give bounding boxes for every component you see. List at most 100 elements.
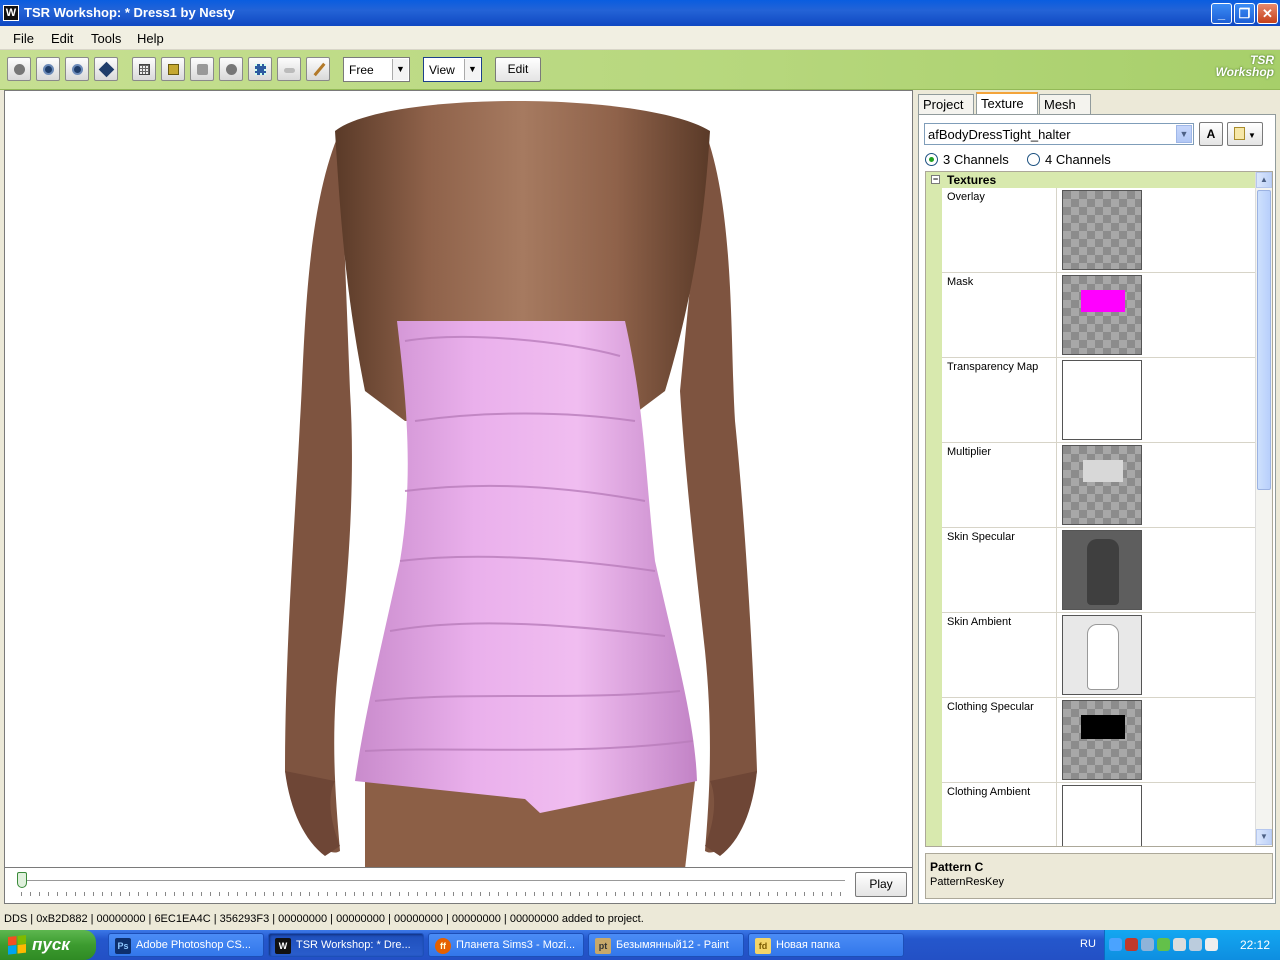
texture-row-mask[interactable]: Mask	[942, 273, 1256, 358]
menu-edit[interactable]: Edit	[51, 31, 73, 46]
taskbar-item-firefox[interactable]: ff Планета Sims3 - Mozi...	[428, 933, 584, 957]
scroll-up-icon[interactable]: ▲	[1256, 172, 1272, 188]
minimize-button[interactable]: _	[1211, 3, 1232, 24]
bones-toggle-button[interactable]	[306, 57, 330, 81]
skin-specular-preview[interactable]	[1062, 530, 1142, 610]
taskbar-item-paint[interactable]: pt Безымянный12 - Paint	[588, 933, 744, 957]
multiplier-preview[interactable]	[1062, 445, 1142, 525]
tray-display-icon[interactable]	[1173, 938, 1186, 951]
document-icon	[1234, 127, 1246, 140]
floor-toggle-button[interactable]	[190, 57, 214, 81]
textured-sphere-icon	[72, 64, 83, 75]
texture-row-clothing-specular[interactable]: Clothing Specular	[942, 698, 1256, 783]
properties-panel: Project Texture Mesh afBodyDressTight_ha…	[916, 90, 1280, 904]
normals-toggle-button[interactable]	[219, 57, 243, 81]
row-label: Skin Ambient	[947, 616, 1012, 628]
texture-row-skin-ambient[interactable]: Skin Ambient	[942, 613, 1256, 698]
task-label: Новая папка	[776, 939, 841, 951]
overlay-preview[interactable]	[1062, 190, 1142, 270]
radio-label: 4 Channels	[1045, 152, 1111, 167]
taskbar: пуск Ps Adobe Photoshop CS... W TSR Work…	[0, 930, 1280, 960]
radio-indicator	[1027, 153, 1040, 166]
tray-arrow-icon[interactable]	[1109, 938, 1122, 951]
texture-row-clothing-ambient[interactable]: Clothing Ambient	[942, 783, 1256, 846]
tab-mesh[interactable]: Mesh	[1039, 94, 1091, 115]
clock: 22:12	[1239, 938, 1270, 952]
skin-ambient-preview[interactable]	[1062, 615, 1142, 695]
scrollbar-thumb[interactable]	[1257, 190, 1271, 490]
photoshop-icon: Ps	[115, 938, 131, 954]
title-bar: W TSR Workshop: * Dress1 by Nesty _ ❐ ✕	[0, 0, 1280, 26]
import-texture-button[interactable]: ▼	[1227, 122, 1263, 146]
texture-select[interactable]: afBodyDressTight_halter ▼	[924, 123, 1194, 145]
row-separator	[1056, 358, 1057, 443]
tsr-workshop-logo: TSR Workshop	[1216, 54, 1274, 78]
textured-shading-button[interactable]	[65, 57, 89, 81]
timeline-slider-handle[interactable]	[17, 872, 27, 888]
category-textures[interactable]: − Textures	[926, 172, 1256, 188]
a-button[interactable]: A	[1199, 122, 1223, 146]
tray-security-icon[interactable]	[1157, 938, 1170, 951]
clothing-shape	[1081, 715, 1125, 739]
taskbar-item-photoshop[interactable]: Ps Adobe Photoshop CS...	[108, 933, 264, 957]
language-indicator[interactable]: RU	[1080, 938, 1096, 950]
wireframe-diamond-button[interactable]	[94, 57, 118, 81]
row-label: Mask	[947, 276, 974, 288]
property-grid-scrollbar[interactable]: ▲ ▼	[1255, 172, 1272, 846]
tab-texture[interactable]: Texture	[976, 92, 1038, 116]
window-title: TSR Workshop: * Dress1 by Nesty	[24, 5, 235, 20]
menu-tools[interactable]: Tools	[91, 31, 121, 46]
edit-button[interactable]: Edit	[495, 57, 541, 82]
body-silhouette	[1087, 539, 1119, 605]
tray-info-icon[interactable]	[1205, 938, 1218, 951]
sphere-shading-button[interactable]	[7, 57, 31, 81]
grid-toggle-button[interactable]	[132, 57, 156, 81]
scroll-down-icon[interactable]: ▼	[1256, 829, 1272, 845]
category-gutter	[926, 188, 942, 846]
texture-select-value: afBodyDressTight_halter	[928, 127, 1071, 142]
tray-flash-icon[interactable]	[1125, 938, 1138, 951]
row-label: Transparency Map	[947, 361, 1039, 373]
description-title: Pattern C	[930, 860, 984, 874]
3d-viewport[interactable]	[4, 90, 913, 868]
play-button[interactable]: Play	[855, 872, 907, 897]
shadow-toggle-button[interactable]	[277, 57, 301, 81]
tray-volume-icon[interactable]	[1189, 938, 1202, 951]
smooth-sphere-icon	[43, 64, 54, 75]
view-select[interactable]: View ▼	[423, 57, 482, 82]
start-button[interactable]: пуск	[0, 930, 96, 960]
maximize-button[interactable]: ❐	[1234, 3, 1255, 24]
close-button[interactable]: ✕	[1257, 3, 1278, 24]
three-channels-radio[interactable]: 3 Channels	[925, 152, 1009, 167]
camera-mode-select[interactable]: Free ▼	[343, 57, 410, 82]
clothing-ambient-preview[interactable]	[1062, 785, 1142, 846]
collapse-icon[interactable]: −	[931, 175, 940, 184]
taskbar-item-tsr-workshop[interactable]: W TSR Workshop: * Dre...	[268, 933, 424, 957]
tray-network-icon[interactable]	[1141, 938, 1154, 951]
skeleton-mesh-button[interactable]	[248, 57, 272, 81]
tab-project[interactable]: Project	[918, 94, 974, 115]
texture-row-overlay[interactable]: Overlay	[942, 188, 1256, 273]
left-arm	[285, 131, 352, 853]
texture-row-multiplier[interactable]: Multiplier	[942, 443, 1256, 528]
menu-file[interactable]: File	[13, 31, 34, 46]
texture-row-transparency-map[interactable]: Transparency Map	[942, 358, 1256, 443]
firefox-icon: ff	[435, 938, 451, 954]
row-separator	[1056, 443, 1057, 528]
texture-row-skin-specular[interactable]: Skin Specular	[942, 528, 1256, 613]
menu-help[interactable]: Help	[137, 31, 164, 46]
shadow-icon	[284, 68, 295, 73]
status-text: DDS | 0xB2D882 | 00000000 | 6EC1EA4C | 3…	[4, 913, 644, 925]
property-description: Pattern C PatternResKey	[925, 853, 1273, 899]
taskbar-item-folder[interactable]: fd Новая папка	[748, 933, 904, 957]
mask-preview[interactable]	[1062, 275, 1142, 355]
smooth-shading-button[interactable]	[36, 57, 60, 81]
task-label: Планета Sims3 - Mozi...	[456, 939, 576, 951]
floor-icon	[197, 64, 208, 75]
row-separator	[1056, 698, 1057, 783]
transparency-map-preview[interactable]	[1062, 360, 1142, 440]
four-channels-radio[interactable]: 4 Channels	[1027, 152, 1111, 167]
bounding-box-button[interactable]	[161, 57, 185, 81]
timeline-track[interactable]	[21, 880, 845, 881]
clothing-specular-preview[interactable]	[1062, 700, 1142, 780]
